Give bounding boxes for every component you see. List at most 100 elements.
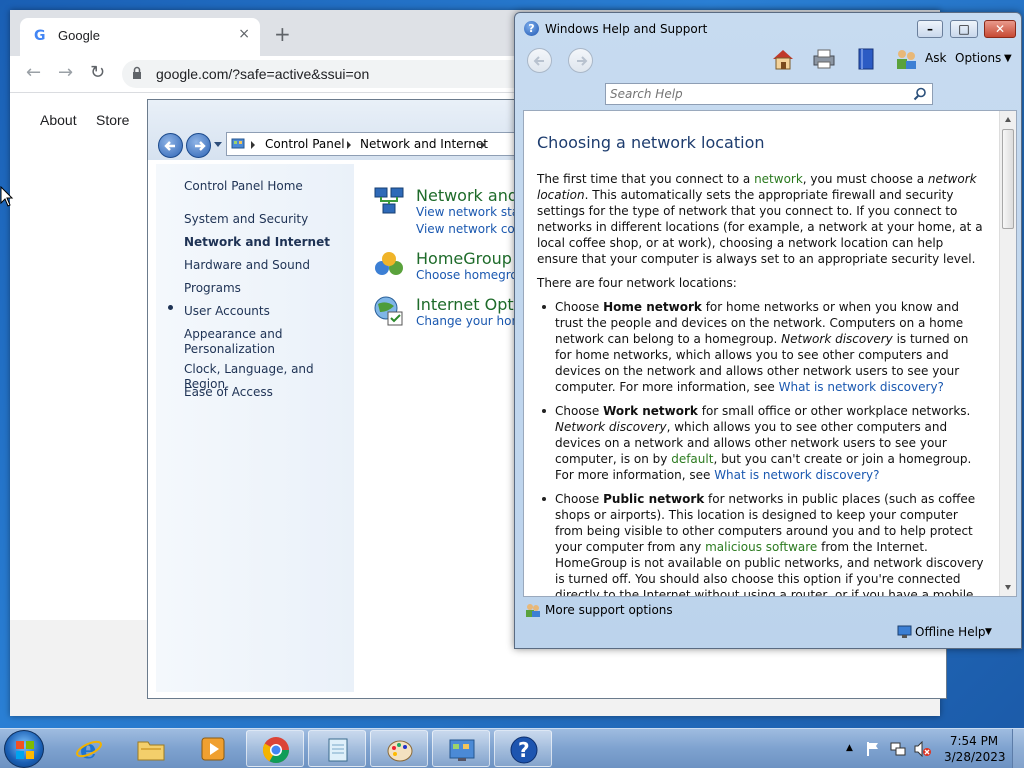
help-question-icon: ? <box>510 736 538 764</box>
search-help-input[interactable] <box>610 86 910 102</box>
help-forward-button[interactable] <box>568 48 593 73</box>
help-window: ? Windows Help and Support – □ ✕ Ask Opt… <box>514 12 1022 649</box>
options-button[interactable]: Options <box>955 51 1001 65</box>
network-glossary-link[interactable]: network <box>754 172 803 186</box>
forward-arrow-icon <box>577 56 588 66</box>
search-icon[interactable] <box>913 87 927 101</box>
close-icon: ✕ <box>994 22 1006 36</box>
browse-help-book-icon[interactable] <box>853 47 879 71</box>
forward-arrow-icon[interactable]: → <box>58 64 73 82</box>
help-home-icon[interactable] <box>770 47 796 71</box>
folder-icon <box>137 741 165 761</box>
network-tray-icon[interactable] <box>890 741 906 757</box>
address-url[interactable]: google.com/?safe=active&ssui=on <box>156 66 369 82</box>
taskbar-media-player[interactable] <box>184 730 242 767</box>
scroll-up-icon[interactable] <box>1005 117 1011 122</box>
more-support-options-link[interactable]: More support options <box>545 603 673 617</box>
tab-close-icon[interactable]: × <box>238 26 250 42</box>
list-item-work-network: Choose Work network for small office or … <box>537 403 987 483</box>
show-hidden-icons[interactable]: ▲ <box>846 743 853 753</box>
clock-date: 3/28/2023 <box>944 750 1006 764</box>
offline-help-icon <box>897 625 912 638</box>
support-people-icon <box>526 604 540 617</box>
media-player-icon <box>201 737 225 761</box>
sidebar-item-network-internet[interactable]: Network and Internet <box>184 235 330 250</box>
minimize-button[interactable]: – <box>917 20 943 38</box>
chrome-tab-google[interactable]: G Google × <box>20 18 260 56</box>
sidebar-item-appearance-line2[interactable]: Personalization <box>184 342 275 357</box>
breadcrumb-network-and-internet[interactable]: Network and Internet <box>360 137 488 151</box>
sidebar-item-home[interactable]: Control Panel Home <box>184 179 303 194</box>
svg-text:e: e <box>80 735 97 764</box>
help-window-icon: ? <box>524 21 539 36</box>
options-dropdown-icon[interactable]: ▼ <box>1004 53 1012 64</box>
taskbar-chrome[interactable] <box>246 730 304 767</box>
taskbar-windows-explorer[interactable] <box>122 730 180 767</box>
category-internet-options-title[interactable]: Internet Optio <box>416 295 528 314</box>
sidebar-item-system-security[interactable]: System and Security <box>184 212 308 227</box>
print-icon[interactable] <box>811 47 837 71</box>
internet-explorer-icon: e <box>76 735 102 764</box>
article-heading: Choosing a network location <box>537 133 765 152</box>
reload-icon[interactable]: ↻ <box>90 64 105 82</box>
close-button[interactable]: ✕ <box>984 20 1016 38</box>
back-arrow-icon <box>533 56 544 66</box>
volume-muted-icon[interactable] <box>914 741 932 757</box>
recent-pages-dropdown-icon[interactable] <box>214 142 222 147</box>
offline-help-button[interactable]: Offline Help <box>915 625 986 639</box>
chrome-icon <box>262 737 290 764</box>
network-location-list: Choose Home network for home networks or… <box>537 299 987 596</box>
breadcrumb-separator-icon <box>481 141 485 149</box>
category-homegroup-title[interactable]: HomeGroup <box>416 249 512 268</box>
scroll-down-icon[interactable] <box>1005 585 1011 590</box>
default-glossary-link[interactable]: default <box>671 452 713 466</box>
taskbar-notepad[interactable] <box>308 730 366 767</box>
list-item-public-network: Choose Public network for networks in pu… <box>537 491 987 596</box>
sidebar-item-appearance[interactable]: Appearance and <box>184 327 282 342</box>
mouse-pointer-icon <box>0 186 14 207</box>
google-about-link[interactable]: About <box>40 112 77 128</box>
taskbar-paint[interactable] <box>370 730 428 767</box>
breadcrumb-separator-icon <box>251 141 255 149</box>
taskbar-control-panel[interactable] <box>432 730 490 767</box>
homegroup-icon <box>375 252 403 275</box>
start-button[interactable] <box>4 730 44 768</box>
help-back-button[interactable] <box>527 48 552 73</box>
new-tab-button[interactable]: + <box>274 24 291 44</box>
action-center-flag-icon[interactable] <box>866 741 880 757</box>
malicious-software-link[interactable]: malicious software <box>705 540 817 554</box>
sidebar-item-ease-of-access[interactable]: Ease of Access <box>184 385 273 400</box>
cp-forward-button[interactable] <box>186 133 211 158</box>
network-discovery-link[interactable]: What is network discovery? <box>779 380 944 394</box>
back-arrow-icon[interactable]: ← <box>26 64 41 82</box>
taskbar-help-and-support[interactable]: ? <box>494 730 552 767</box>
ask-people-icon[interactable] <box>893 47 919 71</box>
sidebar-item-hardware-sound[interactable]: Hardware and Sound <box>184 258 310 273</box>
help-article: Choosing a network location The first ti… <box>537 133 987 596</box>
help-scrollbar[interactable] <box>999 111 1016 596</box>
back-arrow-icon <box>164 141 175 151</box>
taskbar-internet-explorer[interactable]: e <box>60 730 118 767</box>
cp-back-button[interactable] <box>158 133 183 158</box>
google-store-link[interactable]: Store <box>96 112 129 128</box>
breadcrumb-separator-icon <box>347 141 351 149</box>
sidebar-item-programs[interactable]: Programs <box>184 281 241 296</box>
minimize-icon: – <box>927 22 933 36</box>
category-internet-options-link[interactable]: Change your hom <box>416 314 523 328</box>
ask-button[interactable]: Ask <box>925 51 946 65</box>
paint-palette-icon <box>387 740 413 762</box>
show-desktop-button[interactable] <box>1012 729 1024 768</box>
scrollbar-thumb[interactable] <box>1002 129 1014 229</box>
category-homegroup-link[interactable]: Choose homegrou <box>416 268 525 282</box>
taskbar-clock[interactable]: 7:54 PM 3/28/2023 <box>944 733 1006 765</box>
notepad-icon <box>328 738 348 762</box>
offline-help-dropdown-icon[interactable]: ▼ <box>985 627 992 637</box>
breadcrumb-control-panel[interactable]: Control Panel <box>265 137 345 151</box>
network-discovery-link[interactable]: What is network discovery? <box>714 468 879 482</box>
active-bullet-icon <box>168 305 173 310</box>
search-help-box[interactable] <box>605 83 933 105</box>
maximize-button[interactable]: □ <box>950 20 978 38</box>
sidebar-item-user-accounts[interactable]: User Accounts <box>184 304 270 319</box>
taskbar: e ? ▲ 7:54 PM 3/28/2023 <box>0 728 1024 768</box>
category-network-link-computers[interactable]: View network com <box>416 222 526 236</box>
